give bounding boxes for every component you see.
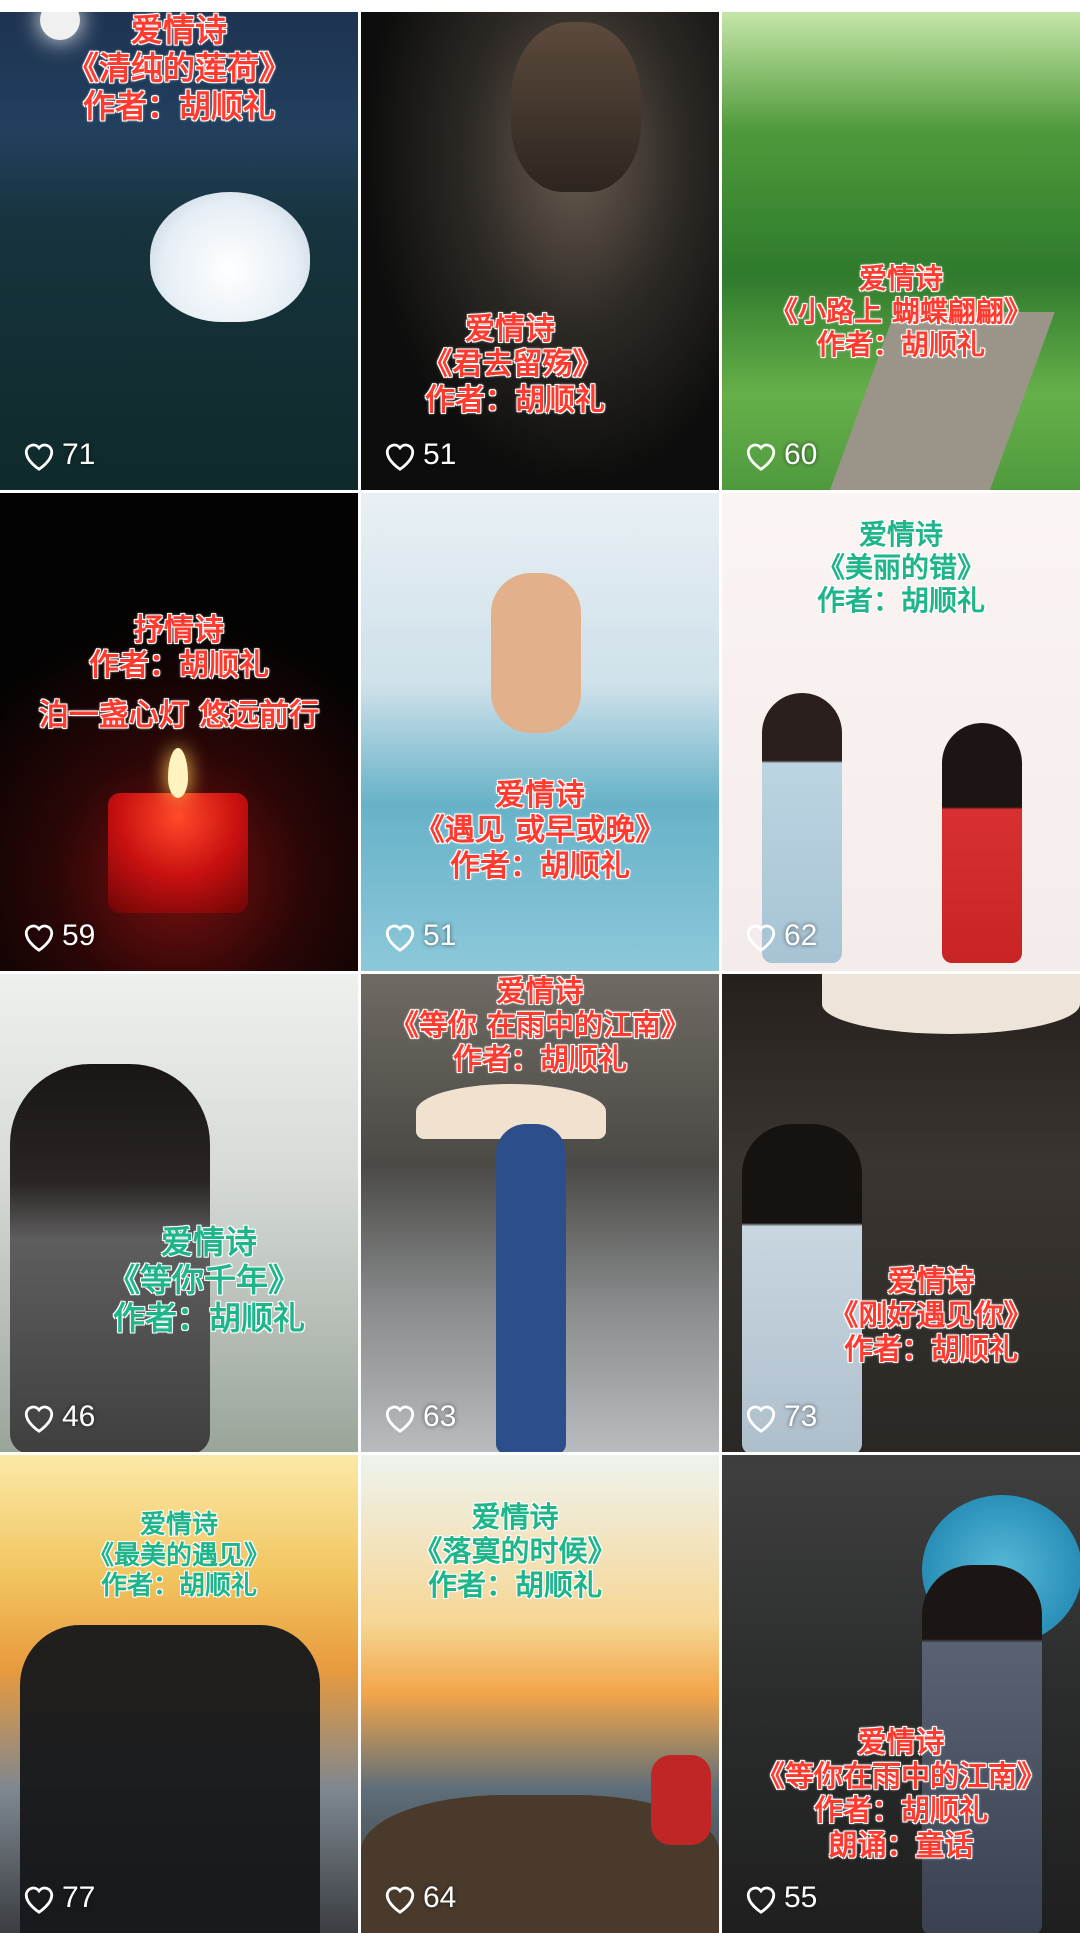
tile-caption: 爱情诗 《落寞的时候》 作者：胡顺礼 bbox=[413, 1500, 617, 1603]
video-tile[interactable]: 爱情诗 《等你在雨中的江南》 作者：胡顺礼 朗诵：童话 55 bbox=[722, 1455, 1080, 1933]
video-tile[interactable]: 爱情诗 《君去留殇》 作者：胡顺礼 51 bbox=[361, 12, 719, 490]
like-count[interactable]: 73 bbox=[744, 1400, 817, 1434]
video-tile[interactable]: 抒情诗 作者：胡顺礼 泊一盏心灯 悠远前行 59 bbox=[0, 493, 358, 971]
heart-outline-icon bbox=[24, 1405, 54, 1433]
tile-caption: 爱情诗 《清纯的莲荷》 作者：胡顺礼 bbox=[66, 12, 291, 125]
video-tile[interactable]: 爱情诗 《小路上 蝴蝶翩翩》 作者：胡顺礼 60 bbox=[722, 12, 1080, 490]
tile-caption: 爱情诗 《遇见 或早或晚》 作者：胡顺礼 bbox=[414, 778, 666, 884]
tile-caption: 抒情诗 作者：胡顺礼 泊一盏心灯 悠远前行 bbox=[38, 613, 320, 733]
like-count[interactable]: 59 bbox=[22, 919, 95, 953]
video-tile[interactable]: 爱情诗 《等你千年》 作者：胡顺礼 46 bbox=[0, 974, 358, 1452]
video-tile[interactable]: 爱情诗 《遇见 或早或晚》 作者：胡顺礼 51 bbox=[361, 493, 719, 971]
lotus-flower-shape bbox=[150, 192, 310, 322]
person-shape bbox=[651, 1755, 711, 1845]
heart-outline-icon bbox=[24, 924, 54, 952]
heart-outline-icon bbox=[385, 924, 415, 952]
tile-caption: 爱情诗 《君去留殇》 作者：胡顺礼 bbox=[422, 312, 606, 418]
video-tile[interactable]: 爱情诗 《落寞的时候》 作者：胡顺礼 64 bbox=[361, 1455, 719, 1933]
video-tile[interactable]: 爱情诗 《等你 在雨中的江南》 作者：胡顺礼 63 bbox=[361, 974, 719, 1452]
heart-outline-icon bbox=[385, 1886, 415, 1914]
like-count[interactable]: 71 bbox=[22, 438, 95, 472]
like-count[interactable]: 51 bbox=[383, 438, 456, 472]
heart-outline-icon bbox=[24, 443, 54, 471]
tile-caption: 爱情诗 《最美的遇见》 作者：胡顺礼 bbox=[87, 1510, 270, 1602]
video-tile[interactable]: 爱情诗 《最美的遇见》 作者：胡顺礼 77 bbox=[0, 1455, 358, 1933]
hands-shape bbox=[491, 573, 581, 733]
tile-caption: 爱情诗 《等你在雨中的江南》 作者：胡顺礼 朗诵：童话 bbox=[755, 1725, 1046, 1862]
video-tile[interactable]: 爱情诗 《美丽的错》 作者：胡顺礼 62 bbox=[722, 493, 1080, 971]
portrait-shape bbox=[511, 22, 641, 192]
tile-caption: 爱情诗 《等你 在雨中的江南》 作者：胡顺礼 bbox=[389, 974, 691, 1077]
heart-outline-icon bbox=[746, 1405, 776, 1433]
like-count[interactable]: 60 bbox=[744, 438, 817, 472]
like-count[interactable]: 46 bbox=[22, 1400, 95, 1434]
like-count[interactable]: 51 bbox=[383, 919, 456, 953]
tile-caption: 爱情诗 《等你千年》 作者：胡顺礼 bbox=[107, 1223, 305, 1337]
tile-caption: 爱情诗 《小路上 蝴蝶翩翩》 作者：胡顺礼 bbox=[770, 262, 1032, 362]
video-grid: 爱情诗 《清纯的莲荷》 作者：胡顺礼 71 爱情诗 《君去留殇》 作者：胡顺礼 51 爱… bbox=[0, 12, 1080, 1933]
woman-qipao-shape bbox=[496, 1124, 566, 1452]
heart-outline-icon bbox=[385, 443, 415, 471]
like-count[interactable]: 62 bbox=[744, 919, 817, 953]
heart-outline-icon bbox=[385, 1405, 415, 1433]
video-tile[interactable]: 爱情诗 《清纯的莲荷》 作者：胡顺礼 71 bbox=[0, 12, 358, 490]
candle-shape bbox=[108, 793, 248, 913]
heart-outline-icon bbox=[746, 924, 776, 952]
umbrella-shape bbox=[822, 974, 1080, 1034]
tile-caption: 爱情诗 《刚好遇见你》 作者：胡顺礼 bbox=[829, 1264, 1033, 1367]
heart-outline-icon bbox=[746, 1886, 776, 1914]
like-count[interactable]: 63 bbox=[383, 1400, 456, 1434]
girl-figure-shape bbox=[942, 723, 1022, 963]
heart-outline-icon bbox=[746, 443, 776, 471]
heart-outline-icon bbox=[24, 1886, 54, 1914]
video-tile[interactable]: 爱情诗 《刚好遇见你》 作者：胡顺礼 73 bbox=[722, 974, 1080, 1452]
tile-caption: 爱情诗 《美丽的错》 作者：胡顺礼 bbox=[816, 518, 985, 618]
